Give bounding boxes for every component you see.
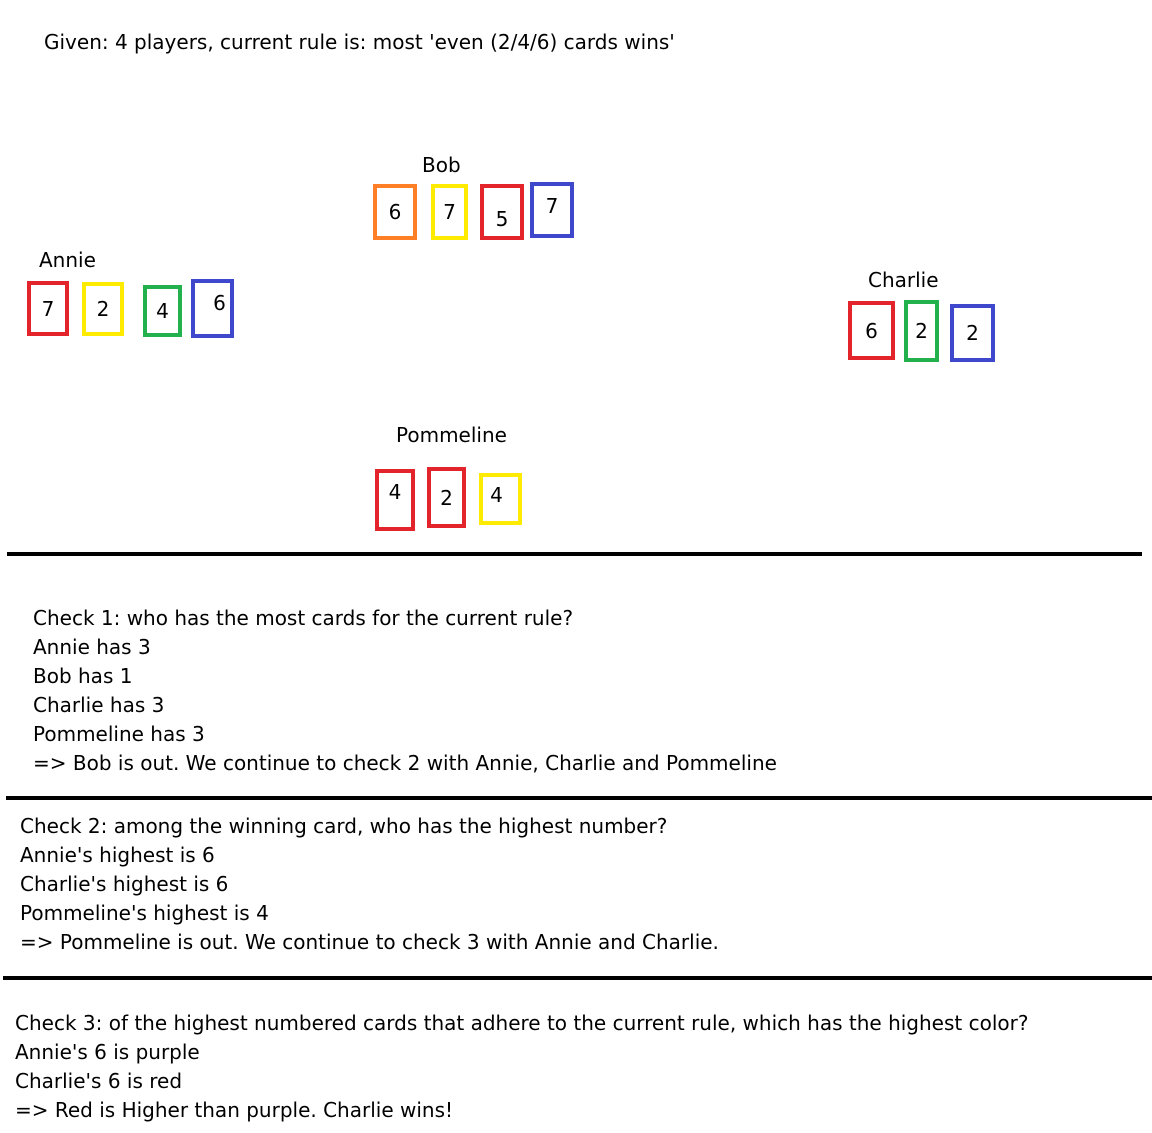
check-conclusion: => Pommeline is out. We continue to chec… [20, 930, 719, 954]
check-line: Annie's 6 is purple [15, 1040, 200, 1064]
card: 2 [82, 282, 124, 336]
card-value: 4 [156, 299, 169, 323]
check-heading: Check 3: of the highest numbered cards t… [15, 1011, 1029, 1035]
card-value: 6 [213, 290, 226, 315]
card-value: 2 [915, 319, 928, 343]
card: 7 [530, 182, 574, 238]
player-name: Charlie [868, 268, 939, 292]
card-value: 7 [545, 194, 559, 218]
check-heading: Check 2: among the winning card, who has… [20, 814, 668, 838]
player-name: Pommeline [396, 423, 507, 447]
check-1: Check 1: who has the most cards for the … [33, 604, 777, 778]
card-value: 2 [966, 321, 979, 345]
card: 4 [143, 285, 182, 337]
card-value: 7 [41, 296, 55, 321]
card-value: 4 [490, 483, 503, 507]
player-name: Annie [39, 248, 96, 272]
card: 2 [904, 300, 939, 362]
check-heading: Check 1: who has the most cards for the … [33, 606, 574, 630]
card: 2 [427, 467, 466, 528]
card: 7 [27, 281, 69, 336]
card-value: 6 [388, 200, 402, 224]
divider [7, 552, 1142, 556]
card-value: 2 [96, 297, 110, 321]
check-3: Check 3: of the highest numbered cards t… [15, 1009, 1028, 1125]
card-value: 5 [495, 206, 509, 231]
check-conclusion: => Bob is out. We continue to check 2 wi… [33, 751, 777, 775]
check-line: Pommeline has 3 [33, 722, 205, 746]
card: 6 [373, 184, 417, 240]
check-line: Charlie's 6 is red [15, 1069, 183, 1093]
player-name: Bob [422, 153, 461, 177]
check-line: Charlie's highest is 6 [20, 872, 229, 896]
card: 2 [950, 304, 995, 362]
card-value: 6 [865, 318, 878, 343]
card: 4 [479, 473, 522, 525]
card: 4 [375, 469, 415, 531]
check-line: Charlie has 3 [33, 693, 165, 717]
card: 6 [848, 301, 895, 360]
card: 6 [191, 279, 234, 338]
check-line: Annie's highest is 6 [20, 843, 215, 867]
card-value: 7 [443, 200, 456, 224]
divider [6, 796, 1152, 800]
card-value: 4 [388, 480, 402, 504]
card-value: 2 [440, 485, 453, 510]
given-statement: Given: 4 players, current rule is: most … [44, 30, 675, 54]
check-line: Annie has 3 [33, 635, 151, 659]
card: 5 [480, 184, 524, 240]
check-line: Bob has 1 [33, 664, 133, 688]
divider [3, 976, 1152, 980]
check-2: Check 2: among the winning card, who has… [20, 812, 719, 957]
card: 7 [431, 184, 468, 240]
check-line: Pommeline's highest is 4 [20, 901, 269, 925]
check-conclusion: => Red is Higher than purple. Charlie wi… [15, 1098, 454, 1122]
